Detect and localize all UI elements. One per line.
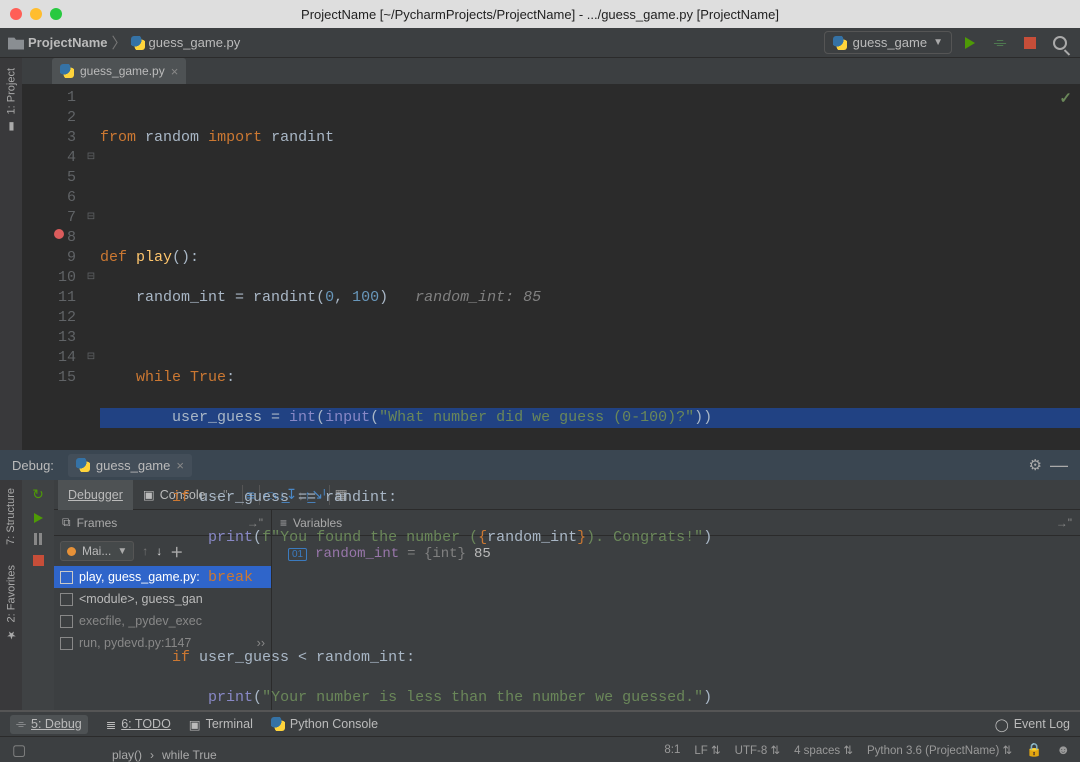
line-num: 13 (22, 328, 76, 348)
stop-button[interactable] (1018, 31, 1042, 55)
crumb-sep-icon: › (150, 748, 154, 762)
left-toolwindow-stripe: ▮1: Project (0, 58, 22, 450)
main-editor-row: ▮1: Project guess_game.py × ✓ 1 2 3 4 5 … (0, 58, 1080, 450)
titlebar: ProjectName [~/PycharmProjects/ProjectNa… (0, 0, 1080, 28)
python-icon (76, 458, 90, 472)
editor-tab-label: guess_game.py (80, 64, 165, 78)
code-area[interactable]: from random import randint def play(): r… (100, 84, 1080, 748)
search-button[interactable] (1048, 31, 1072, 55)
crumb-loop[interactable]: while True (162, 748, 217, 762)
debug-session-label: guess_game (96, 458, 170, 473)
nav-right: guess_game ▼ ⌯ (824, 31, 1072, 55)
close-icon[interactable]: × (171, 64, 179, 79)
star-icon: ★ (5, 628, 18, 641)
python-icon (60, 64, 74, 78)
chevron-down-icon: ▼ (933, 37, 943, 48)
stop-icon (1024, 37, 1036, 49)
window-title: ProjectName [~/PycharmProjects/ProjectNa… (0, 7, 1080, 22)
run-config-label: guess_game (853, 35, 927, 50)
editor-body[interactable]: ✓ 1 2 3 4 5 6 7 8 9 10 11 12 13 14 15 ⊟ (22, 84, 1080, 748)
breadcrumb-project-label: ProjectName (28, 35, 107, 50)
breadcrumb: ProjectName 〉 guess_game.py (8, 32, 240, 53)
breadcrumb-sep-icon: 〉 (111, 32, 126, 53)
line-num: 1 (22, 88, 76, 108)
settings-icon[interactable]: ⚙ (1029, 456, 1042, 474)
tool-project-tab[interactable]: ▮1: Project (5, 68, 18, 133)
line-num: 5 (22, 168, 76, 188)
fold-icon[interactable]: ⊟ (82, 268, 100, 288)
editor-tabs: guess_game.py × (22, 58, 1080, 84)
nav-toolbar: ProjectName 〉 guess_game.py guess_game ▼… (0, 28, 1080, 58)
close-icon[interactable]: × (176, 458, 184, 473)
line-num: 3 (22, 128, 76, 148)
run-config-select[interactable]: guess_game ▼ (824, 31, 952, 54)
fold-column: ⊟ ⊟ ⊟ ⊟ (82, 84, 100, 748)
debug-session-tab[interactable]: guess_game × (68, 454, 192, 477)
debug-toolwindow-header: Debug: guess_game × ⚙ — (0, 450, 1080, 480)
line-num: 10 (22, 268, 76, 288)
run-button[interactable] (958, 31, 982, 55)
line-num: 12 (22, 308, 76, 328)
crumb-fn[interactable]: play() (112, 748, 142, 762)
editor-tab-file[interactable]: guess_game.py × (52, 58, 186, 84)
breakpoint-icon[interactable] (54, 229, 64, 239)
line-num: 11 (22, 288, 76, 308)
line-num: 6 (22, 188, 76, 208)
play-icon (965, 37, 975, 49)
line-num: 15 (22, 368, 76, 388)
fold-icon[interactable]: ⊟ (82, 208, 100, 228)
breadcrumb-file[interactable]: guess_game.py (131, 35, 241, 50)
line-num: 2 (22, 108, 76, 128)
editor-area: guess_game.py × ✓ 1 2 3 4 5 6 7 8 9 10 1… (22, 58, 1080, 450)
tool-favorites-tab[interactable]: ★2: Favorites (5, 565, 18, 641)
folder-icon: ▮ (5, 120, 18, 133)
breadcrumb-project[interactable]: ProjectName (8, 35, 107, 50)
debug-label: Debug: (12, 458, 54, 473)
python-icon (833, 36, 847, 50)
left-toolwindow-stripe-2: 7: Structure ★2: Favorites (0, 480, 22, 710)
line-gutter: 1 2 3 4 5 6 7 8 9 10 11 12 13 14 15 (22, 84, 82, 748)
search-icon (1053, 36, 1067, 50)
tool-structure-tab[interactable]: 7: Structure (5, 488, 17, 545)
bug-icon: ⌯ (994, 34, 1007, 52)
line-num: 7 (22, 208, 76, 228)
fold-icon[interactable]: ⊟ (82, 348, 100, 368)
folder-icon (8, 36, 24, 50)
fold-icon[interactable]: ⊟ (82, 148, 100, 168)
breadcrumb-file-label: guess_game.py (149, 35, 241, 50)
line-num: 14 (22, 348, 76, 368)
debug-button[interactable]: ⌯ (988, 31, 1012, 55)
line-num: 9 (22, 248, 76, 268)
python-icon (131, 36, 145, 50)
line-num: 4 (22, 148, 76, 168)
minimize-icon[interactable]: — (1050, 462, 1068, 468)
line-num: 8 (22, 228, 76, 248)
